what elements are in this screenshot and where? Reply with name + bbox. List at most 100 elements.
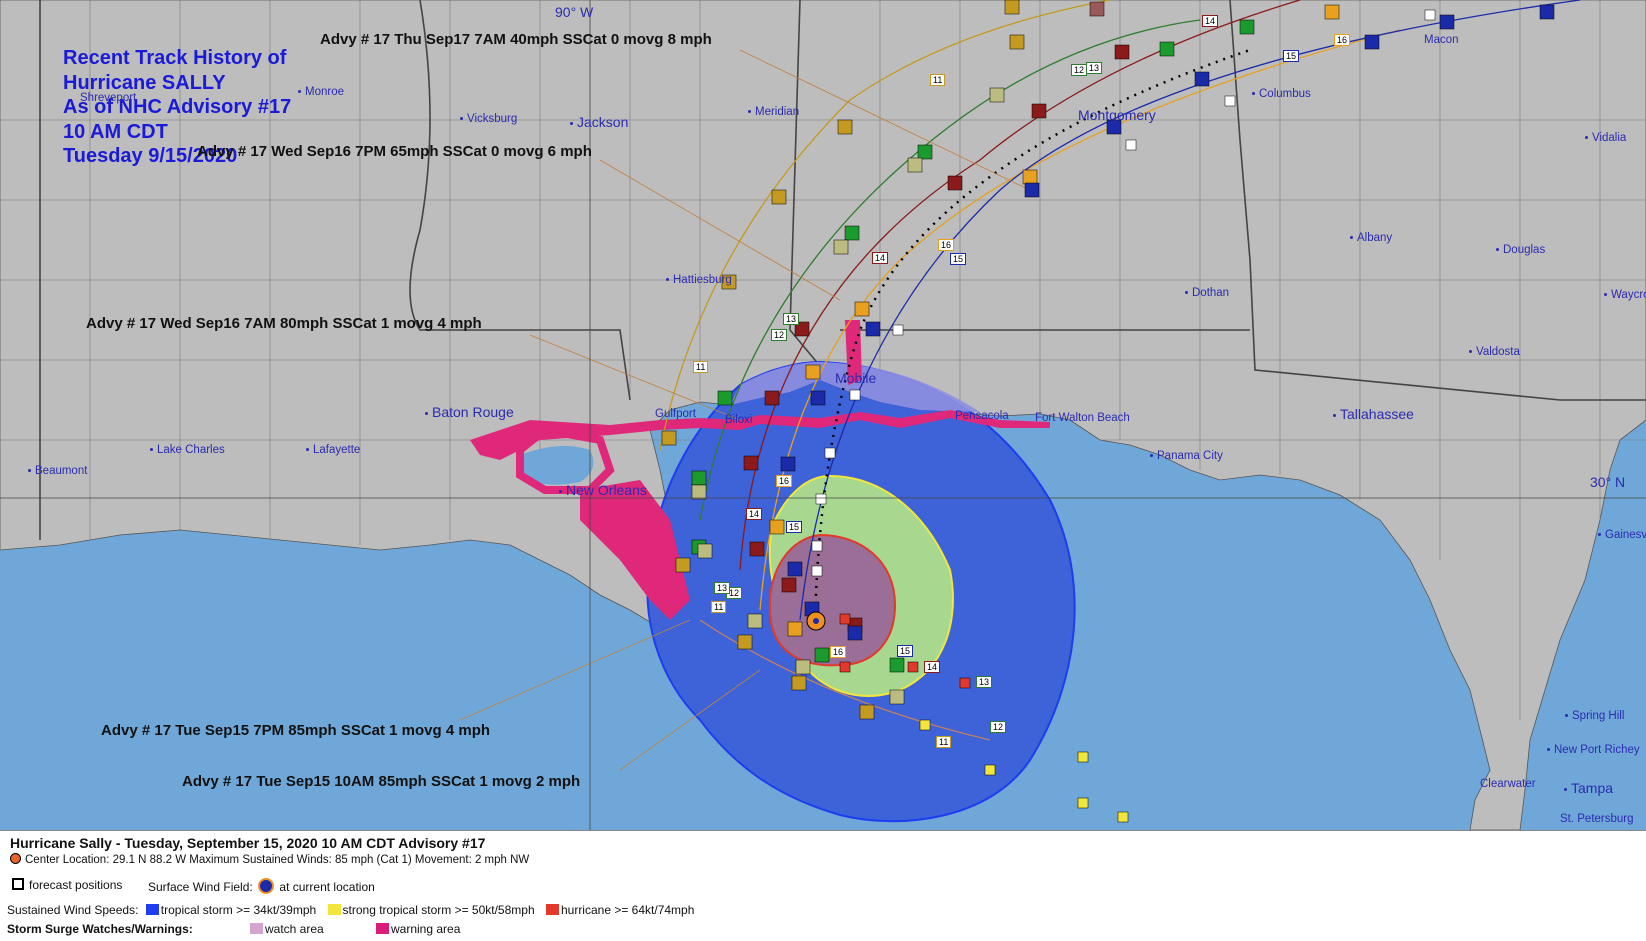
- forecast-day-label: 16: [776, 475, 793, 487]
- city-label: Fort Walton Beach: [1035, 412, 1130, 424]
- city-label: Vidalia: [1585, 132, 1626, 144]
- tropical-storm-swatch: [145, 904, 159, 915]
- city-label: Waycross: [1604, 289, 1646, 301]
- city-name: Albany: [1357, 232, 1393, 244]
- at-current-location-label: at current location: [279, 880, 375, 894]
- city-name: Monroe: [305, 86, 344, 98]
- city-name: Gainesville: [1605, 529, 1646, 541]
- city-label: St. Petersburg: [1560, 813, 1634, 825]
- center-location-row: Center Location: 29.1 N 88.2 W Maximum S…: [10, 853, 529, 866]
- title-line: Recent Track History of: [63, 47, 287, 69]
- forecast-day-label: 11: [936, 736, 952, 748]
- city-name: Beaumont: [35, 465, 88, 477]
- wind-class-label: hurricane >= 64kt/74mph: [560, 903, 695, 917]
- surge-class-label: watch area: [265, 922, 324, 936]
- city-label: Montgomery: [1078, 107, 1156, 123]
- latitude-label: 30° N: [1590, 474, 1626, 490]
- city-label: Monroe: [298, 86, 344, 98]
- forecast-day-label: 13: [783, 313, 800, 325]
- city-name: Lake Charles: [157, 444, 225, 456]
- city-label: Valdosta: [1469, 346, 1520, 358]
- city-label: Gainesville: [1598, 529, 1646, 541]
- surface-wind-field-row: Surface Wind Field: at current location: [148, 878, 375, 894]
- city-label: Shreveport: [80, 92, 137, 104]
- storm-surge-label: Storm Surge Watches/Warnings:: [7, 922, 193, 936]
- city-label: Panama City: [1150, 450, 1223, 462]
- forecast-day-label: 14: [924, 661, 941, 673]
- city-label: New Port Richey: [1547, 744, 1640, 756]
- forecast-day-label: 14: [872, 252, 889, 264]
- surge-warning-row: warning area: [372, 922, 460, 936]
- current-center-marker: [806, 611, 826, 631]
- forecast-day-label: 11: [711, 601, 727, 613]
- city-label: Douglas: [1496, 244, 1545, 256]
- city-label: Jackson: [570, 114, 628, 130]
- city-name: Baton Rouge: [432, 404, 514, 420]
- forecast-day-label: 13: [1086, 62, 1103, 74]
- city-name: Vidalia: [1592, 132, 1627, 144]
- forecast-day-label: 15: [950, 253, 967, 265]
- city-label: Spring Hill: [1565, 710, 1624, 722]
- city-name: Meridian: [755, 106, 800, 118]
- forecast-day-label: 11: [693, 361, 709, 373]
- city-label: Lafayette: [306, 444, 360, 456]
- forecast-position-icon: [12, 878, 24, 890]
- forecast-day-label: 14: [1202, 15, 1219, 27]
- forecast-day-label: 12: [771, 329, 788, 341]
- city-name: Lafayette: [313, 444, 361, 456]
- city-name: Valdosta: [1476, 346, 1520, 358]
- watch-area-swatch: [250, 923, 263, 934]
- advisory-label: Advy # 17 Wed Sep16 7PM 65mph SSCat 0 mo…: [197, 143, 592, 160]
- city-label: New Orleans: [559, 482, 647, 498]
- city-name: Spring Hill: [1572, 710, 1625, 722]
- forecast-day-label: 13: [714, 582, 731, 594]
- hurricane-swatch: [545, 904, 559, 915]
- city-name: Tallahassee: [1340, 406, 1414, 422]
- current-location-icon: [258, 878, 275, 894]
- advisory-label: Advy # 17 Wed Sep16 7AM 80mph SSCat 1 mo…: [86, 315, 482, 332]
- city-label: Columbus: [1252, 88, 1311, 100]
- city-name: Vicksburg: [467, 113, 518, 125]
- forecast-day-label: 12: [990, 721, 1007, 733]
- longitude-label: 90° W: [555, 4, 594, 20]
- city-label: Gulfport: [655, 408, 696, 420]
- city-label: Beaumont: [28, 465, 87, 477]
- forecast-day-label: 15: [786, 521, 803, 533]
- advisory-label: Advy # 17 Tue Sep15 10AM 85mph SSCat 1 m…: [182, 773, 581, 790]
- forecast-day-label: 12: [1071, 64, 1088, 76]
- sustained-wind-row: Sustained Wind Speeds: tropical storm >=…: [7, 903, 694, 917]
- strong-tropical-storm-swatch: [327, 904, 341, 915]
- title-line: 10 AM CDT: [63, 120, 168, 143]
- surface-wind-field-label: Surface Wind Field:: [148, 880, 253, 894]
- legend-header: Hurricane Sally - Tuesday, September 15,…: [10, 835, 486, 851]
- wind-class-label: tropical storm >= 34kt/39mph: [160, 903, 317, 917]
- city-label: Meridian: [748, 106, 799, 118]
- city-label: Hattiesburg: [666, 274, 732, 286]
- center-location-text: Center Location: 29.1 N 88.2 W Maximum S…: [25, 854, 530, 866]
- forecast-day-label: 13: [976, 676, 993, 688]
- city-label: Mobile: [835, 370, 877, 386]
- city-name: Dothan: [1192, 287, 1230, 299]
- surge-watch-row: watch area: [246, 922, 324, 936]
- forecast-day-label: 16: [830, 646, 847, 658]
- city-name: Tampa: [1571, 780, 1614, 796]
- city-name: Hattiesburg: [673, 274, 732, 286]
- city-label: Vicksburg: [460, 113, 517, 125]
- forecast-day-label: 15: [897, 645, 914, 657]
- city-label: Albany: [1350, 232, 1392, 244]
- map-legend: Hurricane Sally - Tuesday, September 15,…: [0, 830, 1646, 941]
- forecast-day-label: 14: [746, 508, 763, 520]
- city-name: Waycross: [1611, 289, 1646, 301]
- city-label: Lake Charles: [150, 444, 225, 456]
- forecast-day-label: 15: [1283, 50, 1300, 62]
- city-label: Clearwater: [1480, 778, 1536, 790]
- city-label: Tallahassee: [1333, 406, 1414, 422]
- advisory-label: Advy # 17 Thu Sep17 7AM 40mph SSCat 0 mo…: [320, 31, 712, 48]
- city-label: Dothan: [1185, 287, 1229, 299]
- city-name: Columbus: [1259, 88, 1311, 100]
- city-label: Macon: [1424, 34, 1459, 46]
- center-location-icon: [10, 853, 21, 864]
- city-name: Douglas: [1503, 244, 1546, 256]
- forecast-day-label: 16: [1334, 34, 1351, 46]
- city-name: Panama City: [1157, 450, 1223, 462]
